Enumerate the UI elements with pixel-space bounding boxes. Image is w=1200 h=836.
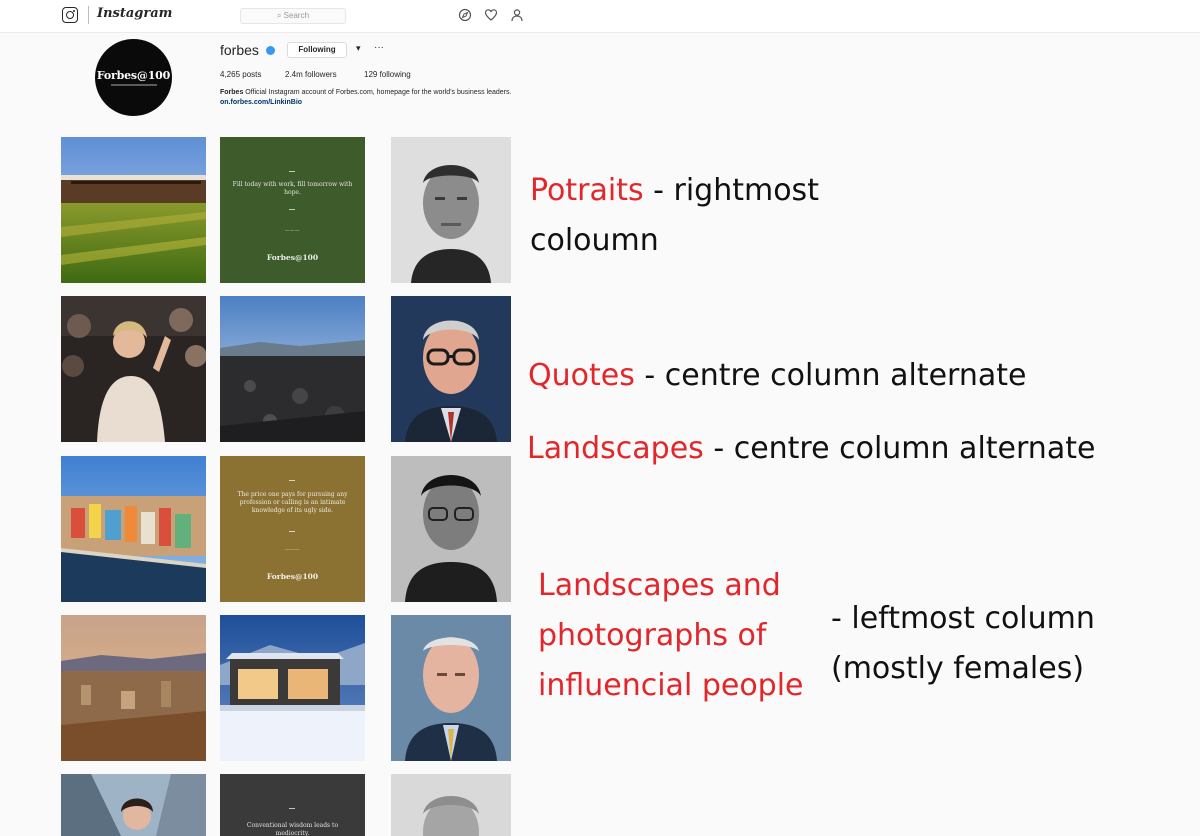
person-icon[interactable] [510, 8, 524, 22]
annotation-landscapes-label: Landscapes [527, 431, 704, 466]
post-quote-gold[interactable]: The price one pays for pursuing any prof… [220, 456, 365, 602]
quote-divider [289, 480, 295, 481]
following-count[interactable]: 129 following [364, 70, 411, 79]
annotation-portraits: Potraits - rightmost [530, 166, 819, 216]
instagram-wordmark[interactable]: Instagram [97, 6, 172, 21]
annotation-left-desc-line1: - leftmost column [831, 601, 1095, 636]
annotation-left-label-line2: photographs of [538, 618, 767, 653]
quote-attribution-bar: ——— [285, 547, 300, 552]
annotation-left-label-line1: Landscapes and [538, 568, 781, 603]
compass-icon[interactable] [458, 8, 472, 22]
profile-avatar[interactable]: Forbes@100 [95, 39, 172, 116]
followers-count[interactable]: 2.4m followers [285, 70, 337, 79]
annotation-quotes-desc: - centre column alternate [634, 358, 1027, 393]
post-portrait-man-3[interactable] [391, 456, 511, 602]
avatar-logo-text: Forbes@100 [96, 69, 171, 82]
following-button[interactable]: Following [287, 42, 347, 58]
post-landscape-city-sunset[interactable] [61, 615, 206, 761]
verified-badge-icon [266, 46, 275, 55]
quote-brand-logo: Forbes@100 [266, 572, 319, 581]
profile-bio: Forbes Official Instagram account of For… [220, 88, 530, 107]
nav-divider [88, 6, 89, 24]
post-quote-green[interactable]: Fill today with work, fill tomorrow with… [220, 137, 365, 283]
annotation-portraits-desc: - rightmost [643, 173, 819, 208]
annotation-portraits-label: Potraits [530, 173, 644, 208]
post-photo-woman-crowd[interactable] [61, 296, 206, 442]
quote-divider [289, 808, 295, 809]
instagram-logo-icon[interactable] [62, 7, 78, 23]
post-portrait-man-2[interactable] [391, 296, 511, 442]
more-options-icon[interactable]: ··· [374, 42, 384, 53]
bio-link[interactable]: on.forbes.com/LinkinBio [220, 99, 302, 106]
annotation-landscapes: Landscapes - centre column alternate [527, 424, 1095, 474]
quote-text: Conventional wisdom leads to mediocrity. [246, 822, 339, 836]
post-portrait-man-1[interactable] [391, 137, 511, 283]
quote-brand-logo: Forbes@100 [266, 253, 319, 262]
post-landscape-harbour-town[interactable] [61, 456, 206, 602]
post-landscape-resort[interactable] [61, 137, 206, 283]
bio-name: Forbes [220, 89, 244, 96]
annotation-quotes: Quotes - centre column alternate [528, 351, 1026, 401]
chevron-down-icon[interactable]: ▾ [356, 43, 361, 54]
quote-divider [289, 531, 295, 532]
annotation-quotes-label: Quotes [528, 358, 635, 393]
search-placeholder: Search [283, 11, 310, 20]
post-portrait-man-5[interactable] [391, 774, 511, 836]
annotation-left-desc-line2: (mostly females) [831, 651, 1085, 686]
annotation-left-label-line3: influencial people [538, 668, 804, 703]
annotation-portraits-cont: coloumn [530, 223, 659, 258]
profile-username: forbes [220, 42, 259, 58]
post-quote-dark[interactable]: Conventional wisdom leads to mediocrity. [220, 774, 365, 836]
quote-divider [289, 171, 295, 172]
post-landscape-snow-house[interactable] [220, 615, 365, 761]
post-portrait-man-4[interactable] [391, 615, 511, 761]
quote-divider [289, 209, 295, 210]
bio-text: Official Instagram account of Forbes.com… [243, 89, 512, 96]
quote-text: The price one pays for pursuing any prof… [237, 491, 348, 514]
posts-count: 4,265 posts [220, 70, 262, 79]
quote-attribution-bar: ——— [285, 228, 300, 233]
quote-text: Fill today with work, fill tomorrow with… [232, 181, 353, 196]
heart-icon[interactable] [484, 8, 498, 22]
post-landscape-rocky[interactable] [220, 296, 365, 442]
search-input[interactable]: ⌕ Search [240, 8, 346, 24]
post-photo-woman-city[interactable] [61, 774, 206, 836]
annotation-landscapes-desc: - centre column alternate [703, 431, 1096, 466]
top-nav: Instagram ⌕ Search [0, 0, 1200, 33]
avatar-tagline-bar [110, 84, 157, 86]
